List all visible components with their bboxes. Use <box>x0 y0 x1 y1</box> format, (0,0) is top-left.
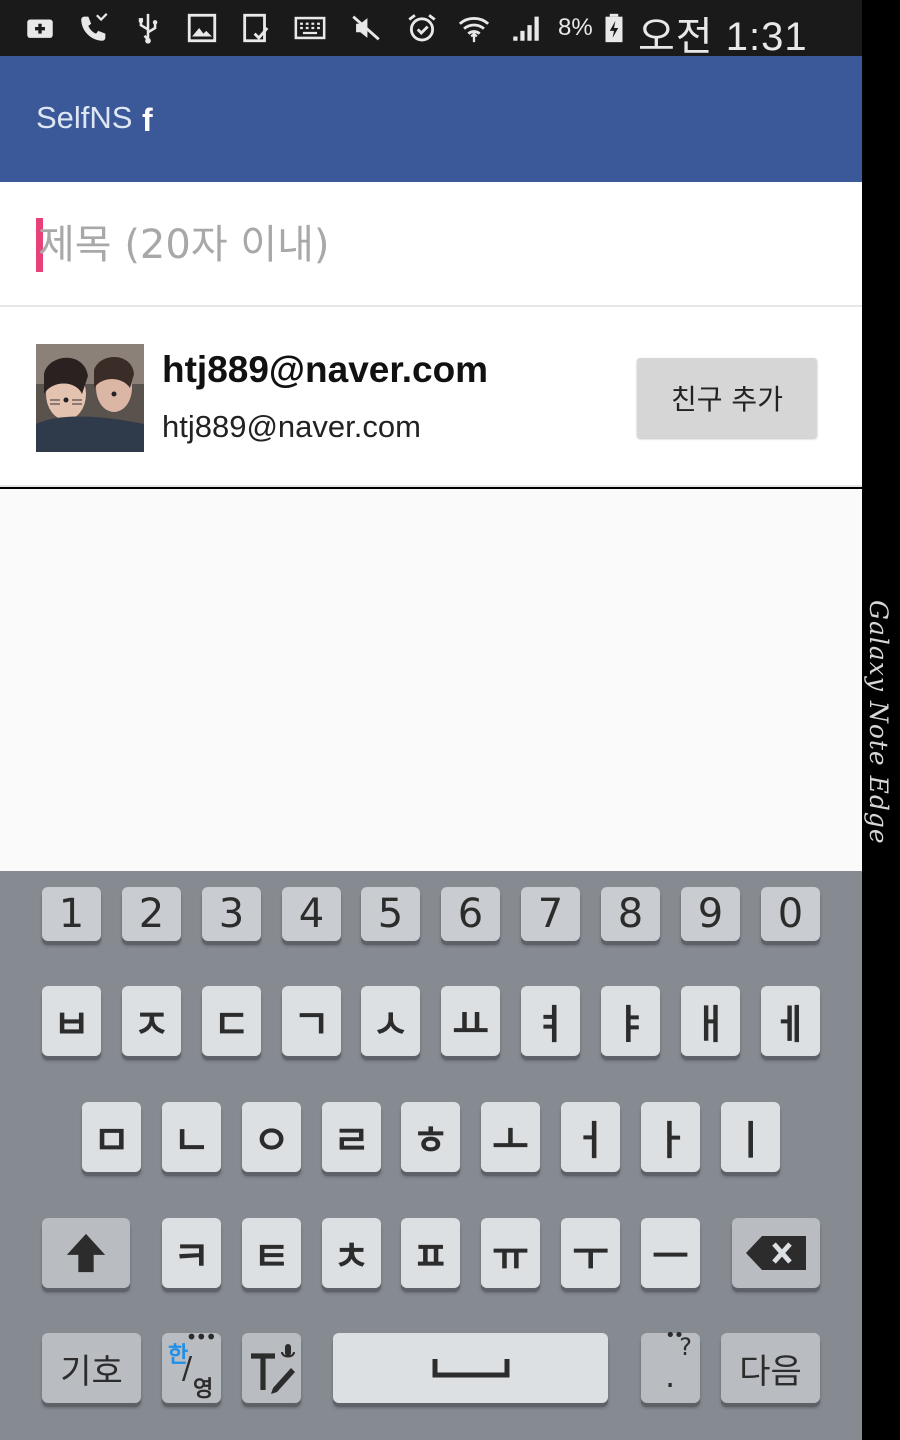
shift-key[interactable] <box>42 1218 130 1288</box>
add-friend-button[interactable]: 친구 추가 <box>637 358 817 438</box>
key-jamo[interactable]: ㅜ <box>561 1218 620 1288</box>
mute-icon <box>348 10 384 46</box>
key-8[interactable]: 8 <box>601 887 660 941</box>
wifi-icon <box>456 10 492 46</box>
key-6[interactable]: 6 <box>441 887 500 941</box>
key-jamo[interactable]: ㅣ <box>721 1102 780 1172</box>
key-0[interactable]: 0 <box>761 887 820 941</box>
space-icon <box>432 1359 509 1378</box>
key-jamo[interactable]: ㅍ <box>401 1218 460 1288</box>
key-jamo[interactable]: ㅔ <box>761 986 820 1056</box>
title-input-row <box>0 182 862 307</box>
key-jamo[interactable]: ㅈ <box>122 986 181 1056</box>
key-5[interactable]: 5 <box>361 887 420 941</box>
backspace-key[interactable] <box>732 1218 820 1288</box>
key-jamo[interactable]: ㄷ <box>202 986 261 1056</box>
key-jamo[interactable]: ㅐ <box>681 986 740 1056</box>
keyboard-icon <box>292 10 328 46</box>
symbol-key[interactable]: 기호 <box>42 1333 141 1403</box>
key-jamo[interactable]: ㅅ <box>361 986 420 1056</box>
missed-call-icon <box>76 10 112 46</box>
punctuation-key[interactable]: ? . •• <box>641 1325 700 1403</box>
key-9[interactable]: 9 <box>681 887 740 941</box>
key-1[interactable]: 1 <box>42 887 101 941</box>
lang-en-label: 영 <box>193 1377 214 1402</box>
app-bar: SelfNS f <box>0 56 862 182</box>
status-bar: 8% 오전 1:31 <box>0 0 862 59</box>
key-jamo[interactable]: ㅛ <box>441 986 500 1056</box>
edge-panel: Galaxy Note Edge <box>862 0 900 1440</box>
key-jamo[interactable]: ㅗ <box>481 1102 540 1172</box>
next-key[interactable]: 다음 <box>721 1333 820 1403</box>
keyboard: 1 2 3 4 5 6 7 8 9 0 ㅂ ㅈ ㄷ ㄱ ㅅ ㅛ ㅕ ㅑ ㅐ ㅔ … <box>0 871 862 1440</box>
alarm-icon <box>404 10 440 46</box>
key-jamo[interactable]: ㅋ <box>162 1218 221 1288</box>
avatar <box>36 344 144 452</box>
key-jamo[interactable]: ㅕ <box>521 986 580 1056</box>
text-input-mode-key[interactable] <box>242 1333 301 1403</box>
battery-percent: 8% <box>558 14 593 41</box>
usb-icon <box>130 10 166 46</box>
key-jamo[interactable]: ㄹ <box>322 1102 381 1172</box>
key-jamo[interactable]: ㅌ <box>242 1218 301 1288</box>
friend-name: htj889@naver.com <box>162 349 489 390</box>
key-jamo[interactable]: ㅇ <box>242 1102 301 1172</box>
app-title: SelfNS <box>36 100 133 135</box>
edge-brand-label: Galaxy Note Edge <box>864 600 893 845</box>
friend-email: htj889@naver.com <box>162 409 421 444</box>
title-input[interactable] <box>38 212 818 278</box>
image-icon <box>184 10 220 46</box>
key-4[interactable]: 4 <box>282 887 341 941</box>
screenshot-icon <box>238 10 274 46</box>
key-jamo[interactable]: ㅎ <box>401 1102 460 1172</box>
facebook-icon: f <box>142 102 153 138</box>
punct-period: . <box>665 1357 676 1395</box>
key-3[interactable]: 3 <box>202 887 261 941</box>
battery-charging-icon <box>596 10 632 46</box>
shift-arrow-icon <box>66 1233 106 1273</box>
key-jamo[interactable]: ㅓ <box>561 1102 620 1172</box>
friend-list-item[interactable]: htj889@naver.com htj889@naver.com 친구 추가 <box>0 307 862 487</box>
key-jamo[interactable]: ㄱ <box>282 986 341 1056</box>
clock: 오전 1:31 <box>638 15 808 59</box>
content-area <box>0 489 862 871</box>
key-jamo[interactable]: ㄴ <box>162 1102 221 1172</box>
key-jamo[interactable]: ㅊ <box>322 1218 381 1288</box>
language-switch-key[interactable]: 한 / 영 ••• <box>162 1325 221 1403</box>
add-box-icon <box>22 10 58 46</box>
key-2[interactable]: 2 <box>122 887 181 941</box>
key-jamo[interactable]: ㅂ <box>42 986 101 1056</box>
handwriting-mic-icon <box>250 1344 295 1394</box>
space-bar[interactable] <box>333 1333 608 1403</box>
key-jamo[interactable]: ㅏ <box>641 1102 700 1172</box>
backspace-icon <box>746 1236 806 1270</box>
key-jamo[interactable]: ㅁ <box>82 1102 141 1172</box>
key-jamo[interactable]: ㅡ <box>641 1218 700 1288</box>
key-jamo[interactable]: ㅑ <box>601 986 660 1056</box>
key-7[interactable]: 7 <box>521 887 580 941</box>
more-dots-icon: ••• <box>185 1325 217 1349</box>
key-jamo[interactable]: ㅠ <box>481 1218 540 1288</box>
lang-divider: / <box>182 1351 193 1386</box>
signal-icon <box>508 10 544 46</box>
more-dots-icon: •• <box>665 1325 684 1346</box>
